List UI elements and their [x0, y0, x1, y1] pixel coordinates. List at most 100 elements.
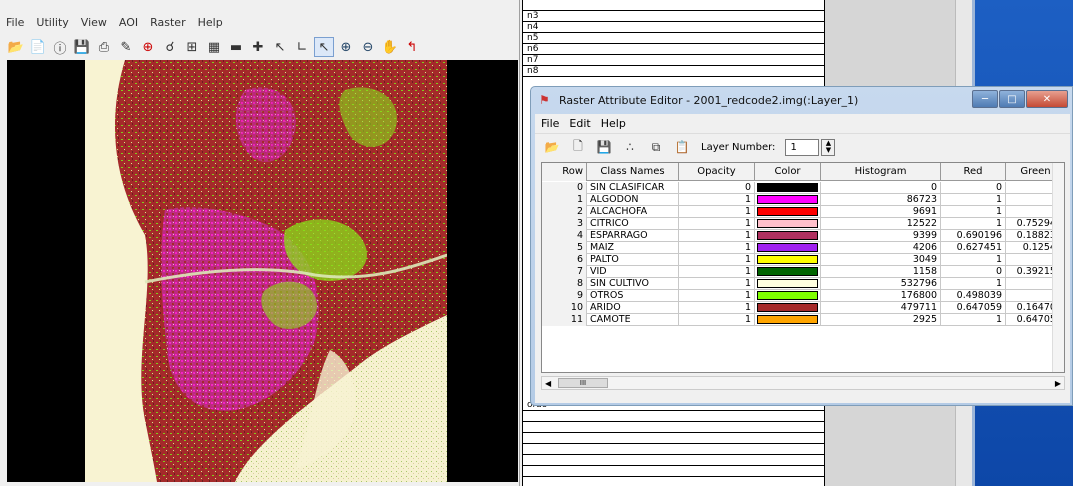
color-swatch[interactable] — [757, 315, 818, 324]
rae-titlebar[interactable]: ⚑ Raster Attribute Editor - 2001_redcode… — [531, 87, 1073, 113]
histogram-cell[interactable]: 176800 — [821, 290, 941, 302]
histogram-cell[interactable]: 4206 — [821, 242, 941, 254]
color-cell[interactable] — [755, 194, 821, 206]
column-properties-icon[interactable]: ∴ — [621, 138, 639, 156]
graph-icon[interactable]: ∟ — [292, 37, 312, 57]
scroll-right-icon[interactable]: ▶ — [1055, 379, 1061, 388]
histogram-cell[interactable]: 532796 — [821, 278, 941, 290]
column-header-opacity[interactable]: Opacity — [679, 163, 755, 181]
table-horizontal-scrollbar[interactable]: ◀ III ▶ — [541, 376, 1065, 390]
pin-icon[interactable]: ↰ — [402, 37, 422, 57]
table-row[interactable]: 5 MAIZ 1 4206 0.627451 0.12549 — [542, 242, 1064, 254]
layer-number-spinner[interactable]: ▲ ▼ — [821, 138, 836, 156]
eraser-icon[interactable]: ✎ — [116, 37, 136, 57]
row-number-cell[interactable]: 6 — [542, 254, 587, 266]
color-swatch[interactable] — [757, 183, 818, 192]
menu-view[interactable]: View — [81, 16, 107, 29]
color-swatch[interactable] — [757, 291, 818, 300]
measure-line-icon[interactable]: ▬ — [226, 37, 246, 57]
histogram-cell[interactable]: 86723 — [821, 194, 941, 206]
row-number-cell[interactable]: 10 — [542, 302, 587, 314]
opacity-cell[interactable]: 1 — [679, 278, 755, 290]
select-icon[interactable]: ↖ — [314, 37, 334, 57]
save-icon[interactable]: 💾 — [595, 138, 613, 156]
grid-icon[interactable]: ▦ — [204, 37, 224, 57]
opacity-cell[interactable]: 1 — [679, 290, 755, 302]
menu-file[interactable]: File — [6, 16, 24, 29]
row-number-cell[interactable]: 7 — [542, 266, 587, 278]
menu-help[interactable]: Help — [198, 16, 223, 29]
histogram-cell[interactable]: 9399 — [821, 230, 941, 242]
row-number-cell[interactable]: 8 — [542, 278, 587, 290]
menu-raster[interactable]: Raster — [150, 16, 185, 29]
opacity-cell[interactable]: 1 — [679, 254, 755, 266]
red-cell[interactable]: 0.498039 — [941, 290, 1006, 302]
red-cell[interactable]: 1 — [941, 206, 1006, 218]
pan-hand-icon[interactable]: ✋ — [380, 37, 400, 57]
color-cell[interactable] — [755, 242, 821, 254]
class-name-cell[interactable]: CAMOTE — [587, 314, 679, 326]
class-name-cell[interactable]: ALGODON — [587, 194, 679, 206]
layer-number-input[interactable]: 1 — [785, 138, 820, 156]
arrow-icon[interactable]: ↖ — [270, 37, 290, 57]
classified-raster-image[interactable] — [85, 60, 447, 482]
row-number-cell[interactable]: 1 — [542, 194, 587, 206]
red-cell[interactable]: 1 — [941, 314, 1006, 326]
histogram-cell[interactable]: 0 — [821, 182, 941, 194]
color-cell[interactable] — [755, 302, 821, 314]
red-cell[interactable]: 1 — [941, 194, 1006, 206]
column-header-color[interactable]: Color — [755, 163, 821, 181]
red-cell[interactable]: 1 — [941, 218, 1006, 230]
table-row[interactable]: 10 ARIDO 1 479711 0.647059 0.164706 — [542, 302, 1064, 314]
table-row[interactable]: 7 VID 1 1158 0 0.392157 — [542, 266, 1064, 278]
histogram-cell[interactable]: 1158 — [821, 266, 941, 278]
close-icon[interactable]: ✕ — [1026, 90, 1068, 108]
color-cell[interactable] — [755, 218, 821, 230]
opacity-cell[interactable]: 1 — [679, 206, 755, 218]
histogram-cell[interactable]: 12522 — [821, 218, 941, 230]
class-name-cell[interactable]: OTROS — [587, 290, 679, 302]
opacity-cell[interactable]: 1 — [679, 302, 755, 314]
table-row[interactable]: 3 CITRICO 1 12522 1 0.752941 — [542, 218, 1064, 230]
red-cell[interactable]: 1 — [941, 254, 1006, 266]
red-cell[interactable]: 0.647059 — [941, 302, 1006, 314]
color-swatch[interactable] — [757, 231, 818, 240]
open-layer-icon[interactable]: 📄 — [28, 37, 48, 57]
color-cell[interactable] — [755, 254, 821, 266]
class-name-cell[interactable]: SIN CLASIFICAR — [587, 182, 679, 194]
menu-utility[interactable]: Utility — [36, 16, 68, 29]
zoom-out-icon[interactable]: ⊖ — [358, 37, 378, 57]
column-header-row[interactable]: Row — [542, 163, 587, 181]
opacity-cell[interactable]: 1 — [679, 242, 755, 254]
color-swatch[interactable] — [757, 195, 818, 204]
color-swatch[interactable] — [757, 219, 818, 228]
red-cell[interactable]: 1 — [941, 278, 1006, 290]
opacity-cell[interactable]: 1 — [679, 230, 755, 242]
histogram-cell[interactable]: 479711 — [821, 302, 941, 314]
color-cell[interactable] — [755, 266, 821, 278]
color-cell[interactable] — [755, 278, 821, 290]
red-cell[interactable]: 0.690196 — [941, 230, 1006, 242]
print-icon[interactable]: ⎙ — [94, 37, 114, 57]
scroll-thumb[interactable]: III — [558, 378, 608, 388]
histogram-cell[interactable]: 9691 — [821, 206, 941, 218]
row-number-cell[interactable]: 3 — [542, 218, 587, 230]
save-icon[interactable]: 💾 — [72, 37, 92, 57]
color-cell[interactable] — [755, 230, 821, 242]
opacity-cell[interactable]: 0 — [679, 182, 755, 194]
table-row[interactable]: 11 CAMOTE 1 2925 1 0.647059 — [542, 314, 1064, 326]
row-number-cell[interactable]: 2 — [542, 206, 587, 218]
column-header-class-names[interactable]: Class Names — [587, 163, 679, 181]
crosshair-icon[interactable]: ✚ — [248, 37, 268, 57]
color-cell[interactable] — [755, 314, 821, 326]
row-number-cell[interactable]: 11 — [542, 314, 587, 326]
menu-aoi[interactable]: AOI — [119, 16, 138, 29]
zoom-fit-icon[interactable]: ⊞ — [182, 37, 202, 57]
open-folder-icon[interactable]: 📂 — [6, 37, 26, 57]
open-folder-icon[interactable]: 📂 — [543, 138, 561, 156]
new-file-icon[interactable]: 🗋 — [569, 138, 587, 156]
table-row[interactable]: 6PALTO1304911 — [542, 254, 1064, 266]
color-cell[interactable] — [755, 290, 821, 302]
row-number-cell[interactable]: 5 — [542, 242, 587, 254]
opacity-cell[interactable]: 1 — [679, 266, 755, 278]
